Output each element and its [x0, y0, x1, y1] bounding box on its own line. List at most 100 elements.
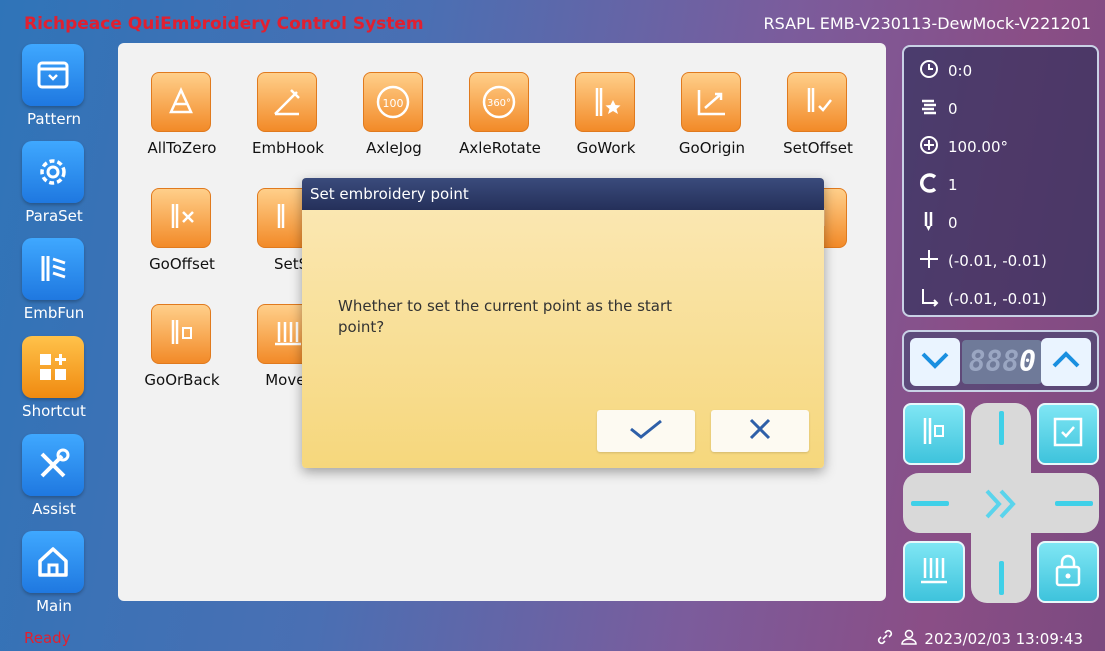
tile-label: SetOffset	[783, 139, 853, 157]
tile-go-offset[interactable]: GoOffset	[118, 159, 228, 273]
frame-trace-button[interactable]	[1037, 403, 1099, 465]
nav-assist[interactable]: Assist	[18, 434, 90, 529]
nav-label: Pattern	[27, 110, 81, 128]
nav-paraset[interactable]: ParaSet	[18, 141, 90, 236]
dpad-right-button[interactable]	[1055, 501, 1093, 506]
tile-go-work[interactable]: GoWork	[542, 43, 652, 157]
stitches-value: 0	[948, 100, 958, 118]
counter-inactive-digits: 888	[968, 345, 1020, 378]
set-embroidery-point-dialog: Set embroidery point Whether to set the …	[302, 178, 824, 468]
user-icon[interactable]	[900, 628, 918, 650]
needle-value: 0	[948, 214, 958, 232]
tile-set-offset[interactable]: SetOffset	[754, 43, 864, 157]
machine-state: Ready	[24, 629, 71, 647]
confirm-button[interactable]	[597, 410, 695, 452]
color-value: 1	[948, 176, 958, 194]
counter-control: 8880	[902, 330, 1099, 392]
tile-go-or-back[interactable]: GoOrBack	[118, 275, 228, 389]
nav-main[interactable]: Main	[18, 531, 90, 626]
tile-axle-jog[interactable]: 100 AxleJog	[330, 43, 440, 157]
multi-needle-icon	[916, 552, 952, 592]
tile-emb-hook[interactable]: EmbHook	[224, 43, 334, 157]
direction-pad	[903, 403, 1099, 603]
go-origin-icon	[681, 72, 741, 132]
nav-label: ParaSet	[25, 207, 83, 225]
dpad-left-button[interactable]	[911, 501, 949, 506]
go-work-icon	[575, 72, 635, 132]
origin-icon	[918, 287, 940, 312]
axle-rotate-icon: 360°	[469, 72, 529, 132]
nav-embfun[interactable]: EmbFun	[18, 238, 90, 333]
status-origin: (-0.01, -0.01)	[918, 287, 1047, 311]
tools-icon	[22, 434, 84, 496]
dialog-header: Set embroidery point	[302, 178, 824, 210]
needle-position-icon	[916, 414, 952, 454]
shortcut-icon	[22, 336, 84, 398]
counter-display: 8880	[962, 340, 1042, 384]
position-value: (-0.01, -0.01)	[948, 252, 1047, 270]
checkmark-icon	[628, 418, 664, 444]
chevron-down-icon	[920, 350, 950, 374]
nav-pattern[interactable]: Pattern	[18, 44, 90, 139]
lock-button[interactable]	[1037, 541, 1099, 603]
needle-position-button[interactable]	[903, 403, 965, 465]
status-position: (-0.01, -0.01)	[918, 249, 1047, 273]
origin-value: (-0.01, -0.01)	[948, 290, 1047, 308]
clock-icon	[918, 59, 940, 84]
status-time: 0:0	[918, 59, 972, 83]
svg-text:360°: 360°	[487, 98, 511, 109]
frame-trace-icon	[1050, 414, 1086, 454]
cancel-button[interactable]	[711, 410, 809, 452]
tile-label: SetSt	[273, 255, 314, 273]
nav-label: Shortcut	[22, 402, 86, 420]
tile-axle-rotate[interactable]: 360° AxleRotate	[436, 43, 546, 157]
status-color: 1	[918, 172, 958, 199]
app-title: Richpeace QuiEmbroidery Control System	[24, 14, 424, 34]
title-bar: Richpeace QuiEmbroidery Control System R…	[0, 0, 1105, 46]
needle-icon	[22, 238, 84, 300]
set-offset-icon	[787, 72, 847, 132]
chevron-up-icon	[1051, 350, 1081, 374]
all-to-zero-icon	[151, 72, 211, 132]
status-panel: 0:0 0 100.00° 1 0 (-0.01, -0.01) (-0.01,…	[902, 45, 1099, 317]
time-value: 0:0	[948, 62, 973, 80]
needle-status-icon	[918, 210, 940, 237]
status-needle: 0	[918, 211, 958, 235]
link-icon	[876, 628, 894, 650]
dialog-message: Whether to set the current point as the …	[338, 297, 673, 336]
datetime-label: 2023/02/03 13:09:43	[924, 630, 1083, 648]
emb-hook-icon	[257, 72, 317, 132]
axle-jog-icon: 100	[363, 72, 423, 132]
go-offset-icon	[151, 188, 211, 248]
folder-icon	[22, 44, 84, 106]
speed-icon	[918, 135, 940, 160]
gear-icon	[22, 141, 84, 203]
fast-forward-icon[interactable]	[981, 487, 1025, 525]
close-icon	[748, 417, 772, 445]
multi-needle-button[interactable]	[903, 541, 965, 603]
dpad-up-button[interactable]	[999, 411, 1004, 445]
nav-shortcut[interactable]: Shortcut	[18, 336, 90, 431]
svg-text:100: 100	[383, 97, 404, 110]
counter-value: 0	[1019, 345, 1036, 378]
increment-button[interactable]	[1041, 338, 1091, 386]
color-change-icon	[918, 172, 940, 199]
stitch-count-icon	[918, 97, 940, 122]
dpad-down-button[interactable]	[999, 561, 1004, 595]
status-bar: Ready 2023/02/03 13:09:43	[0, 624, 1105, 651]
crosshair-icon	[918, 249, 940, 274]
nav-label: Assist	[32, 500, 76, 518]
home-icon	[22, 531, 84, 593]
version-label: RSAPL EMB-V230113-DewMock-V221201	[763, 14, 1091, 33]
lock-icon	[1052, 552, 1084, 592]
nav-label: EmbFun	[23, 304, 85, 322]
nav-label: Main	[36, 597, 72, 615]
status-stitches: 0	[918, 97, 958, 121]
speed-value: 100.00°	[948, 138, 1008, 156]
go-or-back-icon	[151, 304, 211, 364]
tile-all-to-zero[interactable]: AllToZero	[118, 43, 228, 157]
dialog-title: Set embroidery point	[310, 185, 469, 203]
footer-right: 2023/02/03 13:09:43	[876, 628, 1083, 650]
decrement-button[interactable]	[910, 338, 960, 386]
tile-go-origin[interactable]: GoOrigin	[648, 43, 758, 157]
